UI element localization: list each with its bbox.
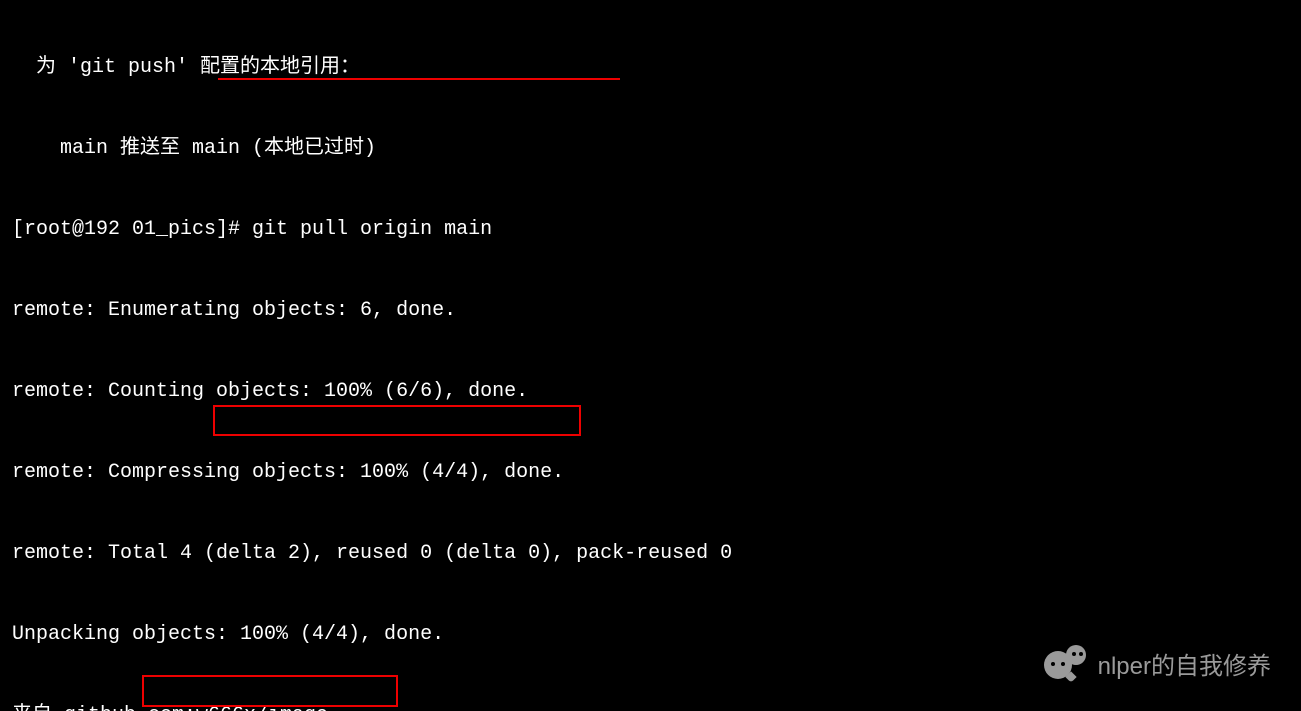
terminal-line: main 推送至 main (本地已过时) [12,135,1301,162]
terminal-line: remote: Compressing objects: 100% (4/4),… [12,459,1301,486]
terminal-line: 为 'git push' 配置的本地引用： [12,54,1301,81]
annotation-box [142,675,398,707]
terminal-output: 为 'git push' 配置的本地引用： main 推送至 main (本地已… [0,0,1301,711]
annotation-box [213,405,581,436]
watermark: nlper的自我修养 [1044,645,1271,681]
terminal-line-prompt: [root@192 01_pics]# git pull origin main [12,216,1301,243]
annotation-underline [218,78,620,80]
terminal-line: remote: Enumerating objects: 6, done. [12,297,1301,324]
wechat-icon [1044,645,1088,681]
watermark-text: nlper的自我修养 [1098,646,1271,681]
terminal-line: Unpacking objects: 100% (4/4), done. [12,621,1301,648]
terminal-line: remote: Counting objects: 100% (6/6), do… [12,378,1301,405]
terminal-line: remote: Total 4 (delta 2), reused 0 (del… [12,540,1301,567]
